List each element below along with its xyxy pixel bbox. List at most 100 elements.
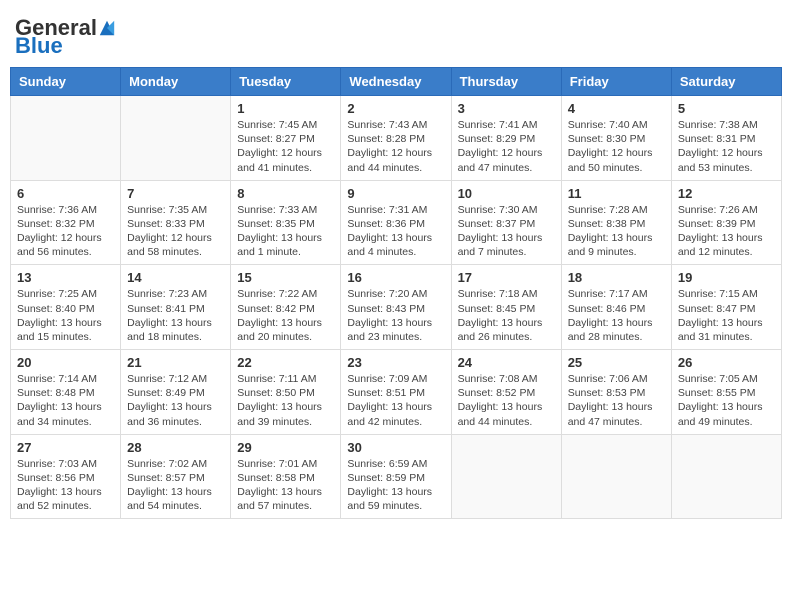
- calendar-cell: 2 Sunrise: 7:43 AMSunset: 8:28 PMDaylight…: [341, 96, 451, 181]
- day-info: Sunrise: 7:23 AMSunset: 8:41 PMDaylight:…: [127, 287, 224, 344]
- calendar-cell: 19 Sunrise: 7:15 AMSunset: 8:47 PMDayligh…: [671, 265, 781, 350]
- day-number: 10: [458, 186, 555, 201]
- day-number: 25: [568, 355, 665, 370]
- calendar-cell: 24Sunrise: 7:08 AMSunset: 8:52 PMDayligh…: [451, 350, 561, 435]
- day-info: Sunrise: 7:36 AMSunset: 8:32 PMDaylight:…: [17, 203, 114, 260]
- day-info: Sunrise: 7:30 AMSunset: 8:37 PMDaylight:…: [458, 203, 555, 260]
- day-info: Sunrise: 7:25 AMSunset: 8:40 PMDaylight:…: [17, 287, 114, 344]
- logo: General Blue: [15, 15, 116, 59]
- calendar-cell: 13 Sunrise: 7:25 AMSunset: 8:40 PMDayligh…: [11, 265, 121, 350]
- day-info: Sunrise: 7:12 AMSunset: 8:49 PMDaylight:…: [127, 372, 224, 429]
- day-info: Sunrise: 6:59 AMSunset: 8:59 PMDaylight:…: [347, 457, 444, 514]
- calendar-cell: 14 Sunrise: 7:23 AMSunset: 8:41 PMDayligh…: [121, 265, 231, 350]
- calendar-cell: 29 Sunrise: 7:01 AMSunset: 8:58 PMDayligh…: [231, 434, 341, 519]
- calendar-cell: 6 Sunrise: 7:36 AMSunset: 8:32 PMDaylight…: [11, 180, 121, 265]
- day-info: Sunrise: 7:11 AMSunset: 8:50 PMDaylight:…: [237, 372, 334, 429]
- calendar-cell: 4Sunrise: 7:40 AMSunset: 8:30 PMDaylight…: [561, 96, 671, 181]
- day-number: 23: [347, 355, 444, 370]
- day-info: Sunrise: 7:38 AMSunset: 8:31 PMDaylight:…: [678, 118, 775, 175]
- day-number: 18: [568, 270, 665, 285]
- day-number: 11: [568, 186, 665, 201]
- calendar-header-friday: Friday: [561, 68, 671, 96]
- day-number: 5: [678, 101, 775, 116]
- header: General Blue: [10, 10, 782, 59]
- calendar-cell: 10 Sunrise: 7:30 AMSunset: 8:37 PMDayligh…: [451, 180, 561, 265]
- calendar-cell: 28 Sunrise: 7:02 AMSunset: 8:57 PMDayligh…: [121, 434, 231, 519]
- day-info: Sunrise: 7:20 AMSunset: 8:43 PMDaylight:…: [347, 287, 444, 344]
- calendar-header-row: SundayMondayTuesdayWednesdayThursdayFrid…: [11, 68, 782, 96]
- calendar-cell: 15 Sunrise: 7:22 AMSunset: 8:42 PMDayligh…: [231, 265, 341, 350]
- calendar-cell: 5 Sunrise: 7:38 AMSunset: 8:31 PMDaylight…: [671, 96, 781, 181]
- day-info: Sunrise: 7:08 AMSunset: 8:52 PMDaylight:…: [458, 372, 555, 429]
- day-info: Sunrise: 7:15 AMSunset: 8:47 PMDaylight:…: [678, 287, 775, 344]
- day-info: Sunrise: 7:09 AMSunset: 8:51 PMDaylight:…: [347, 372, 444, 429]
- calendar-header-thursday: Thursday: [451, 68, 561, 96]
- calendar-cell: 11 Sunrise: 7:28 AMSunset: 8:38 PMDayligh…: [561, 180, 671, 265]
- day-info: Sunrise: 7:05 AMSunset: 8:55 PMDaylight:…: [678, 372, 775, 429]
- day-info: Sunrise: 7:22 AMSunset: 8:42 PMDaylight:…: [237, 287, 334, 344]
- day-info: Sunrise: 7:43 AMSunset: 8:28 PMDaylight:…: [347, 118, 444, 175]
- calendar-cell: 1 Sunrise: 7:45 AMSunset: 8:27 PMDaylight…: [231, 96, 341, 181]
- calendar-table: SundayMondayTuesdayWednesdayThursdayFrid…: [10, 67, 782, 519]
- day-info: Sunrise: 7:01 AMSunset: 8:58 PMDaylight:…: [237, 457, 334, 514]
- calendar-cell: [561, 434, 671, 519]
- day-number: 2: [347, 101, 444, 116]
- calendar-cell: [451, 434, 561, 519]
- calendar-cell: 20 Sunrise: 7:14 AMSunset: 8:48 PMDayligh…: [11, 350, 121, 435]
- day-info: Sunrise: 7:02 AMSunset: 8:57 PMDaylight:…: [127, 457, 224, 514]
- calendar-week-4: 20 Sunrise: 7:14 AMSunset: 8:48 PMDayligh…: [11, 350, 782, 435]
- day-info: Sunrise: 7:45 AMSunset: 8:27 PMDaylight:…: [237, 118, 334, 175]
- day-info: Sunrise: 7:18 AMSunset: 8:45 PMDaylight:…: [458, 287, 555, 344]
- day-info: Sunrise: 7:41 AMSunset: 8:29 PMDaylight:…: [458, 118, 555, 175]
- day-number: 1: [237, 101, 334, 116]
- day-number: 7: [127, 186, 224, 201]
- day-info: Sunrise: 7:33 AMSunset: 8:35 PMDaylight:…: [237, 203, 334, 260]
- calendar-header-wednesday: Wednesday: [341, 68, 451, 96]
- calendar-cell: 9 Sunrise: 7:31 AMSunset: 8:36 PMDaylight…: [341, 180, 451, 265]
- day-number: 20: [17, 355, 114, 370]
- calendar-cell: 3Sunrise: 7:41 AMSunset: 8:29 PMDaylight…: [451, 96, 561, 181]
- day-info: Sunrise: 7:03 AMSunset: 8:56 PMDaylight:…: [17, 457, 114, 514]
- day-number: 21: [127, 355, 224, 370]
- calendar-header-tuesday: Tuesday: [231, 68, 341, 96]
- day-info: Sunrise: 7:28 AMSunset: 8:38 PMDaylight:…: [568, 203, 665, 260]
- day-info: Sunrise: 7:14 AMSunset: 8:48 PMDaylight:…: [17, 372, 114, 429]
- day-number: 6: [17, 186, 114, 201]
- day-number: 8: [237, 186, 334, 201]
- calendar-cell: 27 Sunrise: 7:03 AMSunset: 8:56 PMDayligh…: [11, 434, 121, 519]
- calendar-cell: 26Sunrise: 7:05 AMSunset: 8:55 PMDayligh…: [671, 350, 781, 435]
- logo-icon: [98, 19, 116, 37]
- calendar-cell: [671, 434, 781, 519]
- calendar-week-5: 27 Sunrise: 7:03 AMSunset: 8:56 PMDayligh…: [11, 434, 782, 519]
- calendar-cell: 22 Sunrise: 7:11 AMSunset: 8:50 PMDayligh…: [231, 350, 341, 435]
- day-number: 13: [17, 270, 114, 285]
- calendar-header-sunday: Sunday: [11, 68, 121, 96]
- day-number: 22: [237, 355, 334, 370]
- day-info: Sunrise: 7:40 AMSunset: 8:30 PMDaylight:…: [568, 118, 665, 175]
- day-info: Sunrise: 7:35 AMSunset: 8:33 PMDaylight:…: [127, 203, 224, 260]
- day-number: 9: [347, 186, 444, 201]
- calendar-cell: [11, 96, 121, 181]
- day-number: 27: [17, 440, 114, 455]
- logo-blue-text: Blue: [15, 33, 63, 59]
- calendar-cell: 30Sunrise: 6:59 AMSunset: 8:59 PMDayligh…: [341, 434, 451, 519]
- calendar-cell: [121, 96, 231, 181]
- day-info: Sunrise: 7:31 AMSunset: 8:36 PMDaylight:…: [347, 203, 444, 260]
- calendar-cell: 8 Sunrise: 7:33 AMSunset: 8:35 PMDaylight…: [231, 180, 341, 265]
- day-number: 16: [347, 270, 444, 285]
- day-number: 19: [678, 270, 775, 285]
- calendar-cell: 16 Sunrise: 7:20 AMSunset: 8:43 PMDayligh…: [341, 265, 451, 350]
- day-number: 28: [127, 440, 224, 455]
- calendar-cell: 18Sunrise: 7:17 AMSunset: 8:46 PMDayligh…: [561, 265, 671, 350]
- calendar-cell: 23 Sunrise: 7:09 AMSunset: 8:51 PMDayligh…: [341, 350, 451, 435]
- calendar-header-saturday: Saturday: [671, 68, 781, 96]
- calendar-week-3: 13 Sunrise: 7:25 AMSunset: 8:40 PMDayligh…: [11, 265, 782, 350]
- day-info: Sunrise: 7:06 AMSunset: 8:53 PMDaylight:…: [568, 372, 665, 429]
- calendar-week-1: 1 Sunrise: 7:45 AMSunset: 8:27 PMDaylight…: [11, 96, 782, 181]
- day-number: 14: [127, 270, 224, 285]
- day-number: 15: [237, 270, 334, 285]
- day-number: 12: [678, 186, 775, 201]
- calendar-cell: 7 Sunrise: 7:35 AMSunset: 8:33 PMDaylight…: [121, 180, 231, 265]
- day-number: 29: [237, 440, 334, 455]
- calendar-cell: 17Sunrise: 7:18 AMSunset: 8:45 PMDayligh…: [451, 265, 561, 350]
